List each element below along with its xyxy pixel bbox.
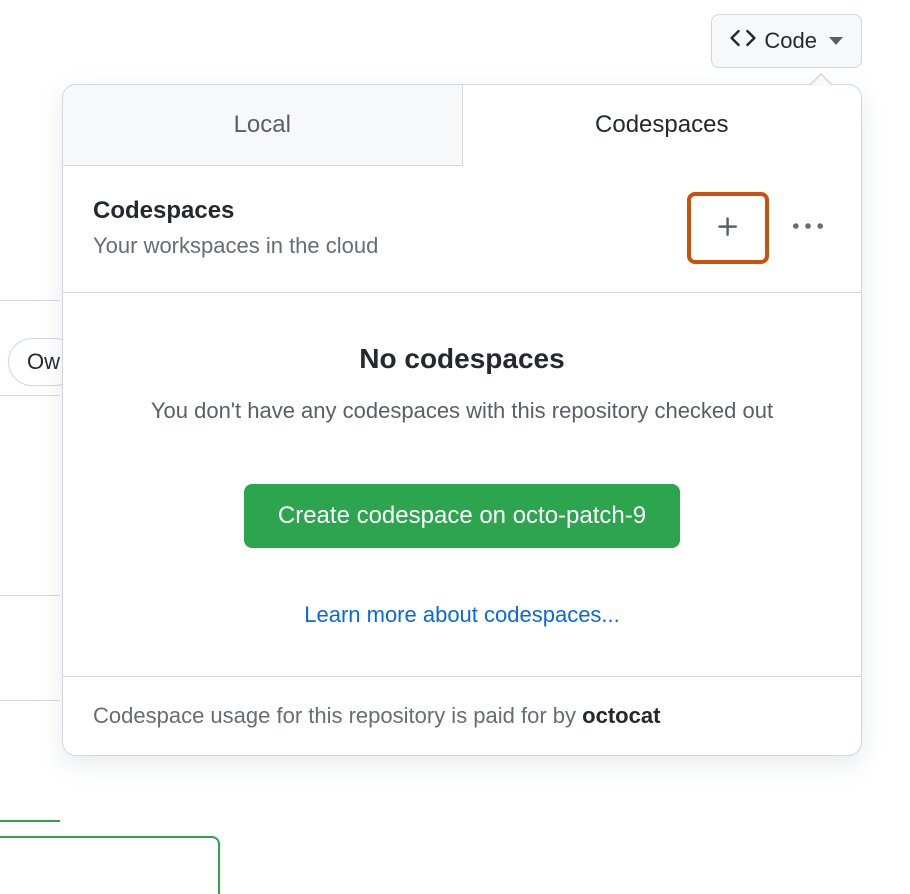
- empty-state-title: No codespaces: [123, 343, 801, 375]
- code-popover: Local Codespaces Codespaces Your workspa…: [62, 84, 862, 756]
- empty-state-description: You don't have any codespaces with this …: [123, 393, 801, 428]
- create-codespace-on-branch-button[interactable]: Create codespace on octo-patch-9: [244, 484, 680, 548]
- code-button-label: Code: [764, 28, 817, 54]
- bg-divider: [0, 700, 60, 701]
- kebab-icon: [793, 212, 823, 245]
- background-context: Ow: [0, 0, 60, 894]
- chevron-down-icon: [829, 37, 843, 45]
- bg-green-button-edge: [0, 836, 220, 894]
- header-text: Codespaces Your workspaces in the cloud: [93, 197, 378, 259]
- codespace-options-button[interactable]: [785, 204, 831, 253]
- codespaces-header: Codespaces Your workspaces in the cloud: [63, 166, 861, 293]
- create-codespace-button[interactable]: [687, 192, 769, 264]
- tab-local[interactable]: Local: [63, 85, 463, 165]
- tab-codespaces[interactable]: Codespaces: [463, 85, 862, 166]
- footer-owner: octocat: [582, 703, 660, 728]
- tabs-container: Local Codespaces: [63, 85, 861, 166]
- bg-divider: [0, 300, 60, 301]
- header-actions: [687, 192, 831, 264]
- learn-more-link[interactable]: Learn more about codespaces...: [304, 602, 620, 627]
- bg-divider: [0, 395, 60, 396]
- bg-divider: [0, 820, 60, 822]
- code-button[interactable]: Code: [711, 14, 862, 68]
- footer: Codespace usage for this repository is p…: [63, 677, 861, 755]
- code-icon: [730, 25, 756, 57]
- codespaces-subtitle: Your workspaces in the cloud: [93, 233, 378, 259]
- footer-text: Codespace usage for this repository is p…: [93, 703, 582, 728]
- codespaces-title: Codespaces: [93, 197, 378, 225]
- bg-divider: [0, 595, 60, 596]
- empty-state: No codespaces You don't have any codespa…: [63, 293, 861, 677]
- plus-icon: [715, 214, 741, 243]
